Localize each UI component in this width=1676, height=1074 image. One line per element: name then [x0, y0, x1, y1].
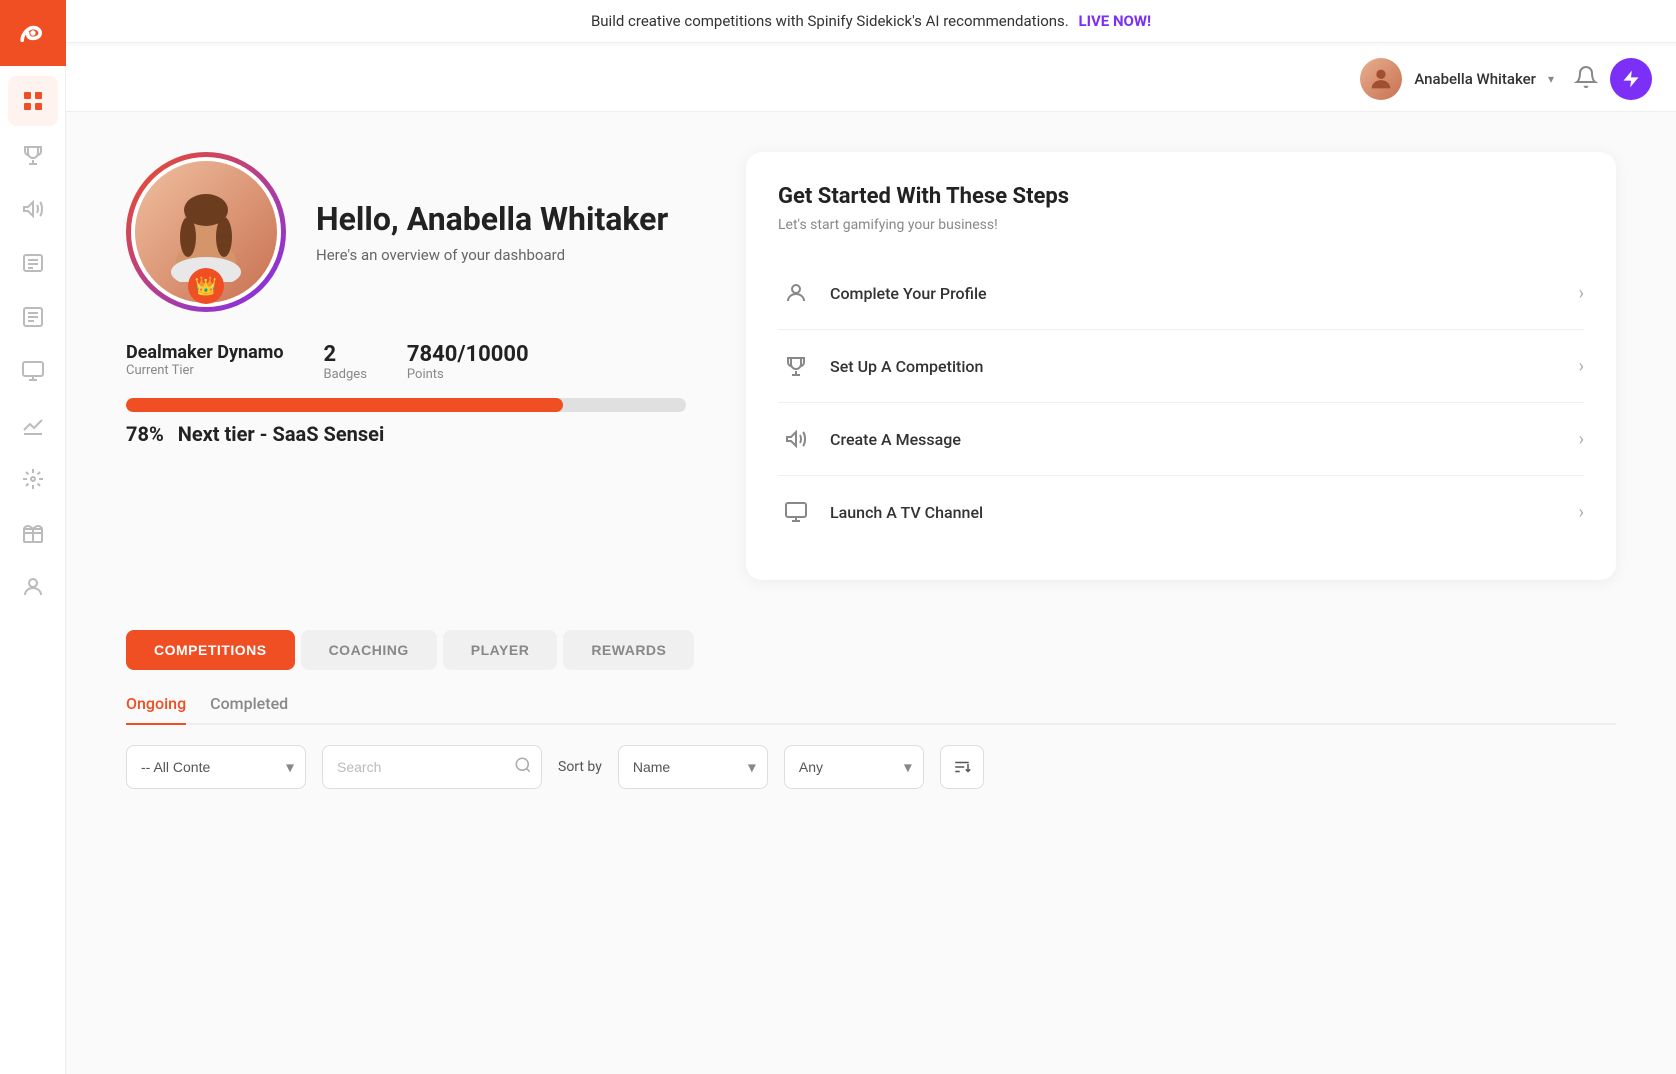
any-select-wrap: Any Active Inactive — [784, 745, 924, 789]
step-create-message-label: Create A Message — [830, 430, 1579, 449]
sidebar-item-megaphone[interactable] — [8, 184, 58, 234]
tier-value: Dealmaker Dynamo — [126, 342, 284, 363]
tier-label: Current Tier — [126, 363, 284, 378]
person-icon — [778, 275, 814, 311]
top-section: 👑 Hello, Anabella Whitaker Here's an ove… — [126, 152, 1616, 580]
any-select[interactable]: Any Active Inactive — [784, 745, 924, 789]
points-value: 7840/10000 — [407, 342, 529, 367]
sidebar-item-gift[interactable] — [8, 508, 58, 558]
tab-coaching[interactable]: COACHING — [301, 630, 437, 670]
header-user[interactable]: Anabella Whitaker ▾ — [1360, 58, 1554, 100]
step-complete-profile-label: Complete Your Profile — [830, 284, 1579, 303]
profile-info: Hello, Anabella Whitaker Here's an overv… — [316, 200, 668, 264]
get-started-subtitle: Let's start gamifying your business! — [778, 217, 1584, 233]
notification-bell-icon[interactable] — [1574, 65, 1598, 93]
sidebar-item-chart[interactable] — [8, 400, 58, 450]
profile-avatar-wrap: 👑 — [126, 152, 286, 312]
get-started-card: Get Started With These Steps Let's start… — [746, 152, 1616, 580]
sub-tab-completed[interactable]: Completed — [210, 694, 288, 725]
step-launch-tv-label: Launch A TV Channel — [830, 503, 1579, 522]
sidebar-item-dashboard[interactable] — [8, 76, 58, 126]
sub-tab-ongoing[interactable]: Ongoing — [126, 694, 186, 725]
tabs-section: COMPETITIONS COACHING PLAYER REWARDS Ong… — [126, 630, 1616, 789]
progress-next-tier: Next tier - SaaS Sensei — [178, 422, 385, 446]
profile-greeting: Hello, Anabella Whitaker — [316, 200, 668, 238]
sort-select-wrap: Name Date Status — [618, 745, 768, 789]
sort-direction-button[interactable] — [940, 745, 984, 789]
search-input[interactable] — [322, 745, 542, 789]
step-complete-profile[interactable]: Complete Your Profile › — [778, 257, 1584, 330]
progress-info: 78% Next tier - SaaS Sensei — [126, 422, 686, 446]
power-bolt-icon[interactable] — [1610, 58, 1652, 100]
progress-bar-fill — [126, 398, 563, 412]
banner-text: Build creative competitions with Spinify… — [591, 12, 1069, 30]
step-setup-competition[interactable]: Set Up A Competition › — [778, 330, 1584, 403]
sidebar-item-trophy[interactable] — [8, 130, 58, 180]
megaphone-icon — [778, 421, 814, 457]
badges-value: 2 — [324, 342, 367, 367]
search-icon[interactable] — [514, 756, 532, 778]
monitor-icon — [778, 494, 814, 530]
tier-stat: Dealmaker Dynamo Current Tier — [126, 342, 284, 382]
step-chevron-icon-3: › — [1579, 429, 1584, 450]
crown-icon: 👑 — [188, 268, 224, 304]
sort-label: Sort by — [558, 759, 602, 775]
search-wrap — [322, 745, 542, 789]
sub-tabs: Ongoing Completed — [126, 694, 1616, 725]
step-setup-competition-label: Set Up A Competition — [830, 357, 1579, 376]
main-tabs: COMPETITIONS COACHING PLAYER REWARDS — [126, 630, 1616, 670]
points-stat: 7840/10000 Points — [407, 342, 529, 382]
content-filter-wrap: -- All Conte — [126, 745, 306, 789]
filter-row: -- All Conte Sort by — [126, 745, 1616, 789]
profile-top: 👑 Hello, Anabella Whitaker Here's an ove… — [126, 152, 686, 312]
sidebar — [0, 0, 66, 1074]
profile-stats: Dealmaker Dynamo Current Tier 2 Badges 7… — [126, 342, 686, 382]
profile-card: 👑 Hello, Anabella Whitaker Here's an ove… — [126, 152, 686, 446]
step-chevron-icon-2: › — [1579, 356, 1584, 377]
progress-bar-wrap — [126, 398, 686, 412]
header: Anabella Whitaker ▾ — [66, 46, 1676, 112]
sidebar-item-newspaper[interactable] — [8, 238, 58, 288]
profile-subtitle: Here's an overview of your dashboard — [316, 246, 668, 264]
tab-competitions[interactable]: COMPETITIONS — [126, 630, 295, 670]
sidebar-item-magic[interactable] — [8, 454, 58, 504]
sidebar-nav — [8, 66, 58, 1074]
progress-percent: 78% — [126, 422, 164, 446]
badges-stat: 2 Badges — [324, 342, 367, 382]
banner-cta[interactable]: LIVE NOW! — [1078, 12, 1151, 30]
points-label: Points — [407, 367, 529, 382]
badges-label: Badges — [324, 367, 367, 382]
tab-player[interactable]: PLAYER — [443, 630, 558, 670]
header-chevron-icon: ▾ — [1548, 72, 1554, 86]
get-started-title: Get Started With These Steps — [778, 184, 1584, 209]
step-create-message[interactable]: Create A Message › — [778, 403, 1584, 476]
header-username: Anabella Whitaker — [1414, 70, 1536, 88]
tab-rewards[interactable]: REWARDS — [563, 630, 694, 670]
header-avatar — [1360, 58, 1402, 100]
sidebar-item-user[interactable] — [8, 562, 58, 612]
main-content: 👑 Hello, Anabella Whitaker Here's an ove… — [66, 0, 1676, 1074]
trophy-icon — [778, 348, 814, 384]
step-chevron-icon-4: › — [1579, 502, 1584, 523]
step-chevron-icon: › — [1579, 283, 1584, 304]
sort-select[interactable]: Name Date Status — [618, 745, 768, 789]
sidebar-item-monitor[interactable] — [8, 346, 58, 396]
content-filter-select[interactable]: -- All Conte — [126, 745, 306, 789]
step-launch-tv[interactable]: Launch A TV Channel › — [778, 476, 1584, 548]
sidebar-item-list[interactable] — [8, 292, 58, 342]
top-banner: Build creative competitions with Spinify… — [66, 0, 1676, 43]
sidebar-logo[interactable] — [0, 0, 66, 66]
